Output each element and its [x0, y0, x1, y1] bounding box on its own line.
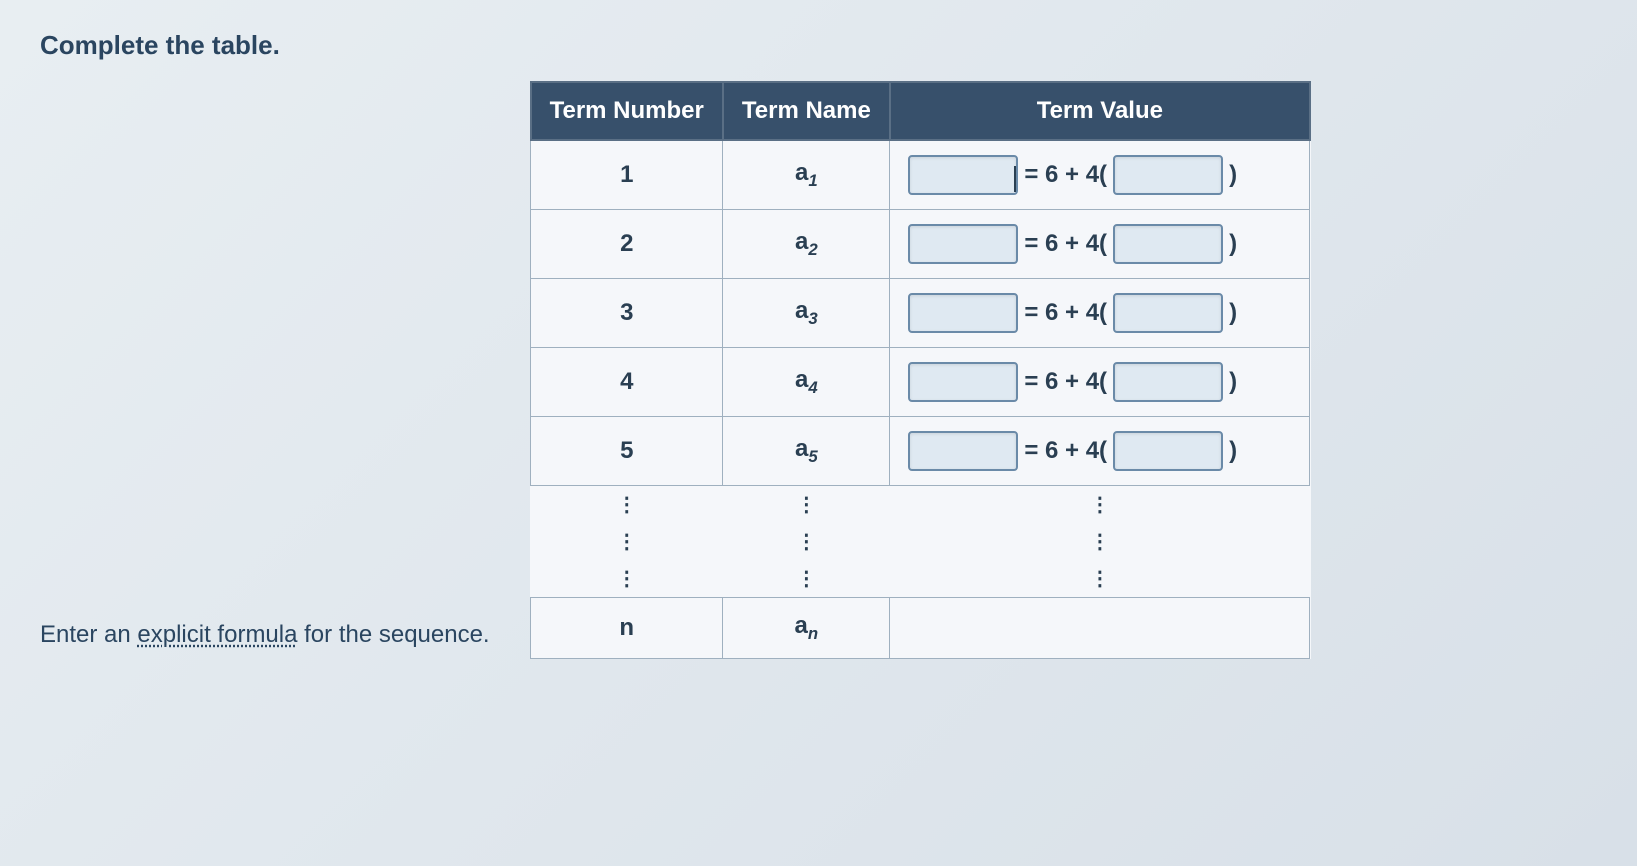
term-value-cell: = 6 + 4(): [890, 140, 1310, 210]
value-input-right[interactable]: [1113, 431, 1223, 471]
close-paren: ): [1229, 299, 1237, 327]
formula-prompt-post: for the sequence.: [297, 621, 489, 648]
term-value-cell: = 6 + 4(): [890, 417, 1310, 486]
vdots: ⋮: [890, 486, 1310, 524]
explicit-formula-link[interactable]: explicit formula: [137, 621, 297, 648]
equation-text: = 6 + 4(: [1024, 161, 1107, 189]
term-name-cell: a5: [723, 417, 890, 486]
term-name-cell: an: [723, 598, 890, 659]
close-paren: ): [1229, 230, 1237, 258]
instruction-text: Complete the table.: [40, 30, 1597, 61]
close-paren: ): [1229, 161, 1237, 189]
vdots: ⋮: [723, 486, 890, 524]
vdots: ⋮: [531, 486, 723, 524]
value-input-right[interactable]: [1113, 362, 1223, 402]
close-paren: ): [1229, 368, 1237, 396]
table-row: 1a1= 6 + 4(): [531, 140, 1310, 210]
value-input-left[interactable]: [908, 293, 1018, 333]
table-row-n: nan: [531, 598, 1310, 659]
equation-text: = 6 + 4(: [1024, 299, 1107, 327]
vdots: ⋮: [890, 560, 1310, 598]
left-column: Enter an explicit formula for the sequen…: [40, 621, 490, 659]
ellipsis-row: ⋮⋮⋮: [531, 486, 1310, 524]
ellipsis-row: ⋮⋮⋮: [531, 523, 1310, 560]
vdots: ⋮: [531, 523, 723, 560]
vdots: ⋮: [723, 560, 890, 598]
equation-text: = 6 + 4(: [1024, 368, 1107, 396]
term-value-cell: = 6 + 4(): [890, 210, 1310, 279]
table-row: 5a5= 6 + 4(): [531, 417, 1310, 486]
term-number-cell: 5: [531, 417, 723, 486]
value-input-right[interactable]: [1113, 293, 1223, 333]
ellipsis-row: ⋮⋮⋮: [531, 560, 1310, 598]
vdots: ⋮: [723, 523, 890, 560]
header-term-value: Term Value: [890, 82, 1310, 140]
term-value-cell: = 6 + 4(): [890, 279, 1310, 348]
term-name-cell: a4: [723, 348, 890, 417]
value-input-right[interactable]: [1113, 155, 1223, 195]
term-name-cell: a1: [723, 140, 890, 210]
equation-text: = 6 + 4(: [1024, 437, 1107, 465]
header-term-number: Term Number: [531, 82, 723, 140]
vdots: ⋮: [890, 523, 1310, 560]
value-input-left[interactable]: [908, 224, 1018, 264]
table-row: 4a4= 6 + 4(): [531, 348, 1310, 417]
term-number-cell: n: [531, 598, 723, 659]
term-number-cell: 2: [531, 210, 723, 279]
formula-prompt-pre: Enter an: [40, 621, 137, 648]
content-layout: Enter an explicit formula for the sequen…: [40, 81, 1597, 659]
term-value-cell: = 6 + 4(): [890, 348, 1310, 417]
equation-text: = 6 + 4(: [1024, 230, 1107, 258]
term-name-cell: a3: [723, 279, 890, 348]
header-term-name: Term Name: [723, 82, 890, 140]
value-input-left[interactable]: [908, 362, 1018, 402]
term-number-cell: 3: [531, 279, 723, 348]
table-row: 2a2= 6 + 4(): [531, 210, 1310, 279]
term-number-cell: 1: [531, 140, 723, 210]
term-value-cell-n[interactable]: [890, 598, 1310, 659]
vdots: ⋮: [531, 560, 723, 598]
value-input-left[interactable]: [908, 431, 1018, 471]
formula-prompt: Enter an explicit formula for the sequen…: [40, 621, 490, 659]
value-input-left[interactable]: [908, 155, 1018, 195]
table-row: 3a3= 6 + 4(): [531, 279, 1310, 348]
term-name-cell: a2: [723, 210, 890, 279]
term-number-cell: 4: [531, 348, 723, 417]
value-input-right[interactable]: [1113, 224, 1223, 264]
close-paren: ): [1229, 437, 1237, 465]
sequence-table: Term Number Term Name Term Value 1a1= 6 …: [530, 81, 1311, 659]
